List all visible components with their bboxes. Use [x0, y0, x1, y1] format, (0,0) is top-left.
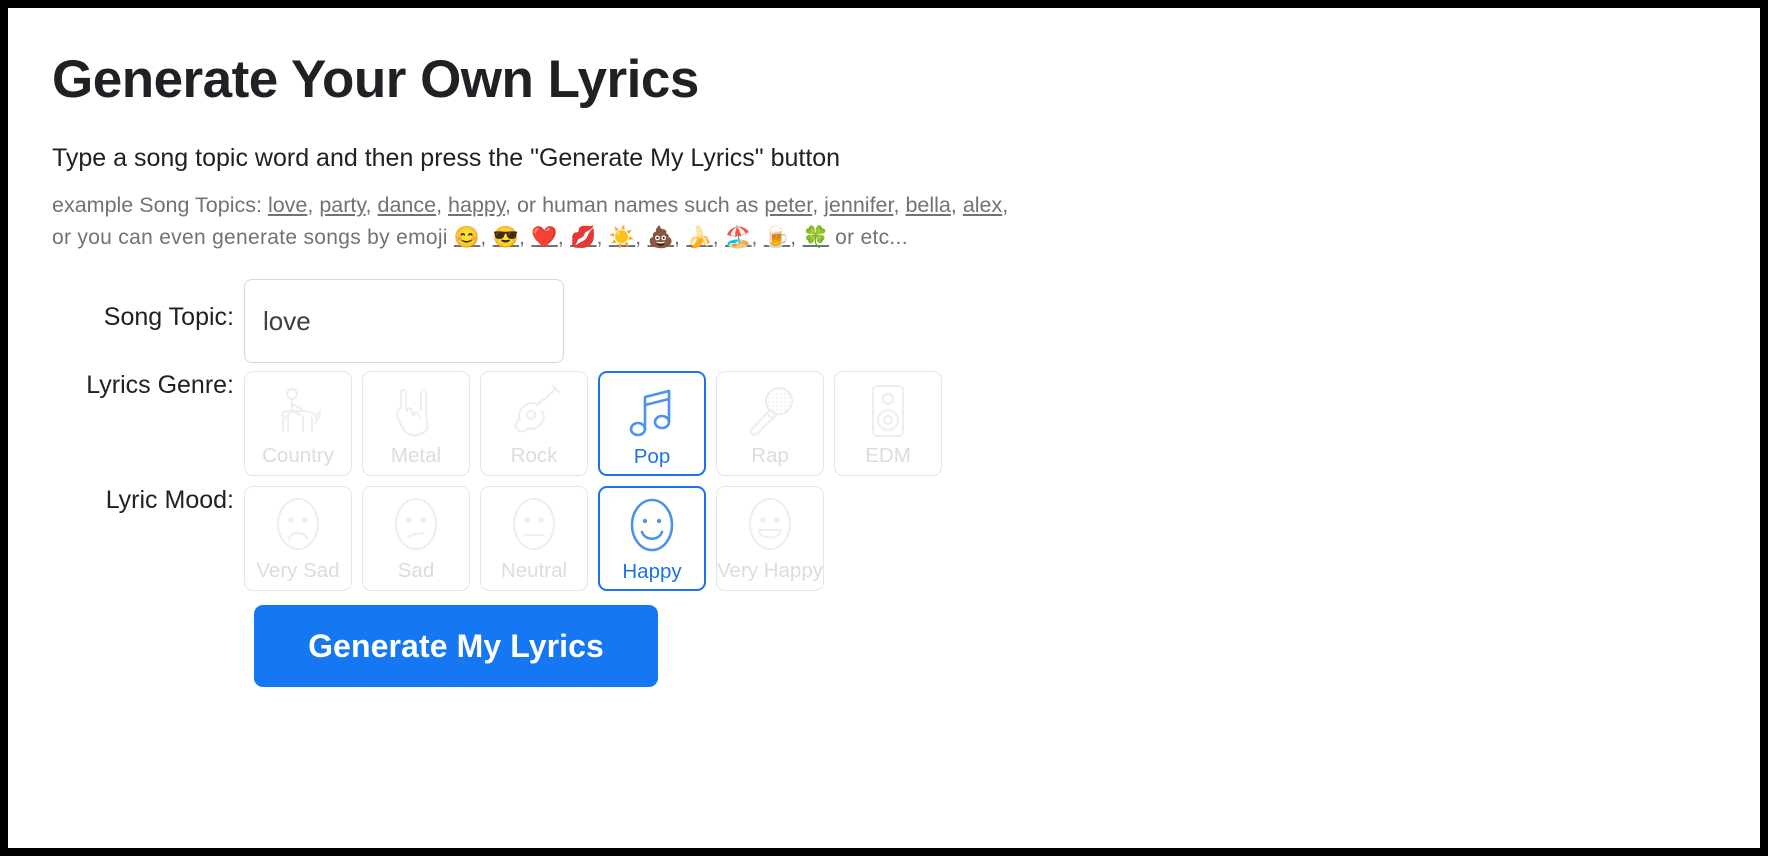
- frowning-face-icon: [272, 496, 324, 556]
- genre-tile-label-edm: EDM: [865, 444, 911, 468]
- mood-tile-label-very-happy: Very Happy: [717, 559, 823, 583]
- example-name-bella[interactable]: bella: [905, 193, 950, 217]
- song-topic-input[interactable]: [244, 279, 564, 363]
- lyric-mood-row: Lyric Mood:: [52, 486, 1760, 591]
- submit-row: Generate My Lyrics: [52, 605, 1760, 687]
- example-topic-love[interactable]: love: [268, 193, 307, 217]
- genre-tile-label-metal: Metal: [391, 444, 441, 468]
- page-subtitle: Type a song topic word and then press th…: [52, 143, 1760, 174]
- genre-tile-country[interactable]: Country: [244, 371, 352, 476]
- genre-tile-pop[interactable]: Pop: [598, 371, 706, 476]
- lyrics-generator-page: Generate Your Own Lyrics Type a song top…: [8, 8, 1760, 687]
- mood-tile-neutral[interactable]: Neutral: [480, 486, 588, 591]
- genre-tile-group: Country: [244, 371, 942, 476]
- genre-tile-metal[interactable]: Metal: [362, 371, 470, 476]
- rock-hand-icon: [391, 381, 441, 441]
- emoji-beer[interactable]: 🍺: [764, 226, 790, 249]
- example-topic-party[interactable]: party: [319, 193, 365, 217]
- emoji-smiling-face[interactable]: 😊: [454, 226, 480, 249]
- examples-middle-label: , or human names such as: [505, 193, 764, 217]
- submit-spacer: [52, 605, 244, 687]
- example-emoji-line: or you can even generate songs by emoji …: [52, 222, 1760, 253]
- emoji-banana[interactable]: 🍌: [686, 226, 712, 249]
- genre-tile-edm[interactable]: EDM: [834, 371, 942, 476]
- lyrics-form: Song Topic: Lyrics Genre:: [52, 279, 1760, 687]
- song-topic-row: Song Topic:: [52, 279, 1760, 363]
- horse-rider-icon: [270, 381, 326, 441]
- mood-tile-label-sad: Sad: [398, 559, 434, 583]
- genre-tile-rock[interactable]: Rock: [480, 371, 588, 476]
- grinning-face-icon: [744, 496, 796, 556]
- emoji-poop[interactable]: 💩: [648, 226, 674, 249]
- example-topic-dance[interactable]: dance: [378, 193, 437, 217]
- mood-tile-happy[interactable]: Happy: [598, 486, 706, 591]
- mood-tile-sad[interactable]: Sad: [362, 486, 470, 591]
- example-name-alex[interactable]: alex: [963, 193, 1002, 217]
- example-topic-happy[interactable]: happy: [448, 193, 505, 217]
- smiling-face-icon: [626, 497, 678, 557]
- mood-tile-label-very-sad: Very Sad: [256, 559, 339, 583]
- emoji-beach[interactable]: 🏖️: [725, 226, 751, 249]
- example-topics-line: example Song Topics: love, party, dance,…: [52, 190, 1760, 222]
- neutral-face-icon: [508, 496, 560, 556]
- microphone-icon: [743, 381, 797, 441]
- genre-tile-label-pop: Pop: [634, 445, 670, 469]
- emoji-red-heart[interactable]: ❤️: [531, 226, 557, 249]
- examples-prefix-label: example Song Topics:: [52, 193, 268, 217]
- mood-tile-label-happy: Happy: [622, 560, 681, 584]
- emoji-sun[interactable]: ☀️: [609, 226, 635, 249]
- generate-my-lyrics-button[interactable]: Generate My Lyrics: [254, 605, 658, 687]
- emoji-suffix-label: or etc...: [829, 226, 908, 249]
- genre-tile-label-rap: Rap: [751, 444, 789, 468]
- lyric-mood-label: Lyric Mood:: [52, 486, 244, 515]
- mood-tile-very-sad[interactable]: Very Sad: [244, 486, 352, 591]
- genre-tile-rap[interactable]: Rap: [716, 371, 824, 476]
- speaker-icon: [866, 381, 910, 441]
- lyrics-genre-row: Lyrics Genre:: [52, 371, 1760, 476]
- music-notes-icon: [625, 382, 679, 442]
- example-name-peter[interactable]: peter: [764, 193, 812, 217]
- app-viewport: Generate Your Own Lyrics Type a song top…: [8, 8, 1760, 848]
- example-topics-block: example Song Topics: love, party, dance,…: [52, 190, 1760, 253]
- electric-guitar-icon: [506, 381, 562, 441]
- mood-tile-group: Very Sad: [244, 486, 824, 591]
- genre-tile-label-rock: Rock: [511, 444, 558, 468]
- mood-tile-very-happy[interactable]: Very Happy: [716, 486, 824, 591]
- song-topic-label: Song Topic:: [52, 279, 244, 332]
- example-name-jennifer[interactable]: jennifer: [824, 193, 893, 217]
- mood-tile-label-neutral: Neutral: [501, 559, 567, 583]
- emoji-kiss-mark[interactable]: 💋: [570, 226, 596, 249]
- emoji-clover[interactable]: 🍀: [803, 226, 829, 249]
- emoji-prefix-label: or you can even generate songs by emoji: [52, 226, 454, 249]
- genre-tile-label-country: Country: [262, 444, 334, 468]
- page-title: Generate Your Own Lyrics: [52, 38, 1760, 111]
- lyrics-genre-label: Lyrics Genre:: [52, 371, 244, 400]
- slightly-frowning-face-icon: [390, 496, 442, 556]
- emoji-sunglasses-face[interactable]: 😎: [493, 226, 519, 249]
